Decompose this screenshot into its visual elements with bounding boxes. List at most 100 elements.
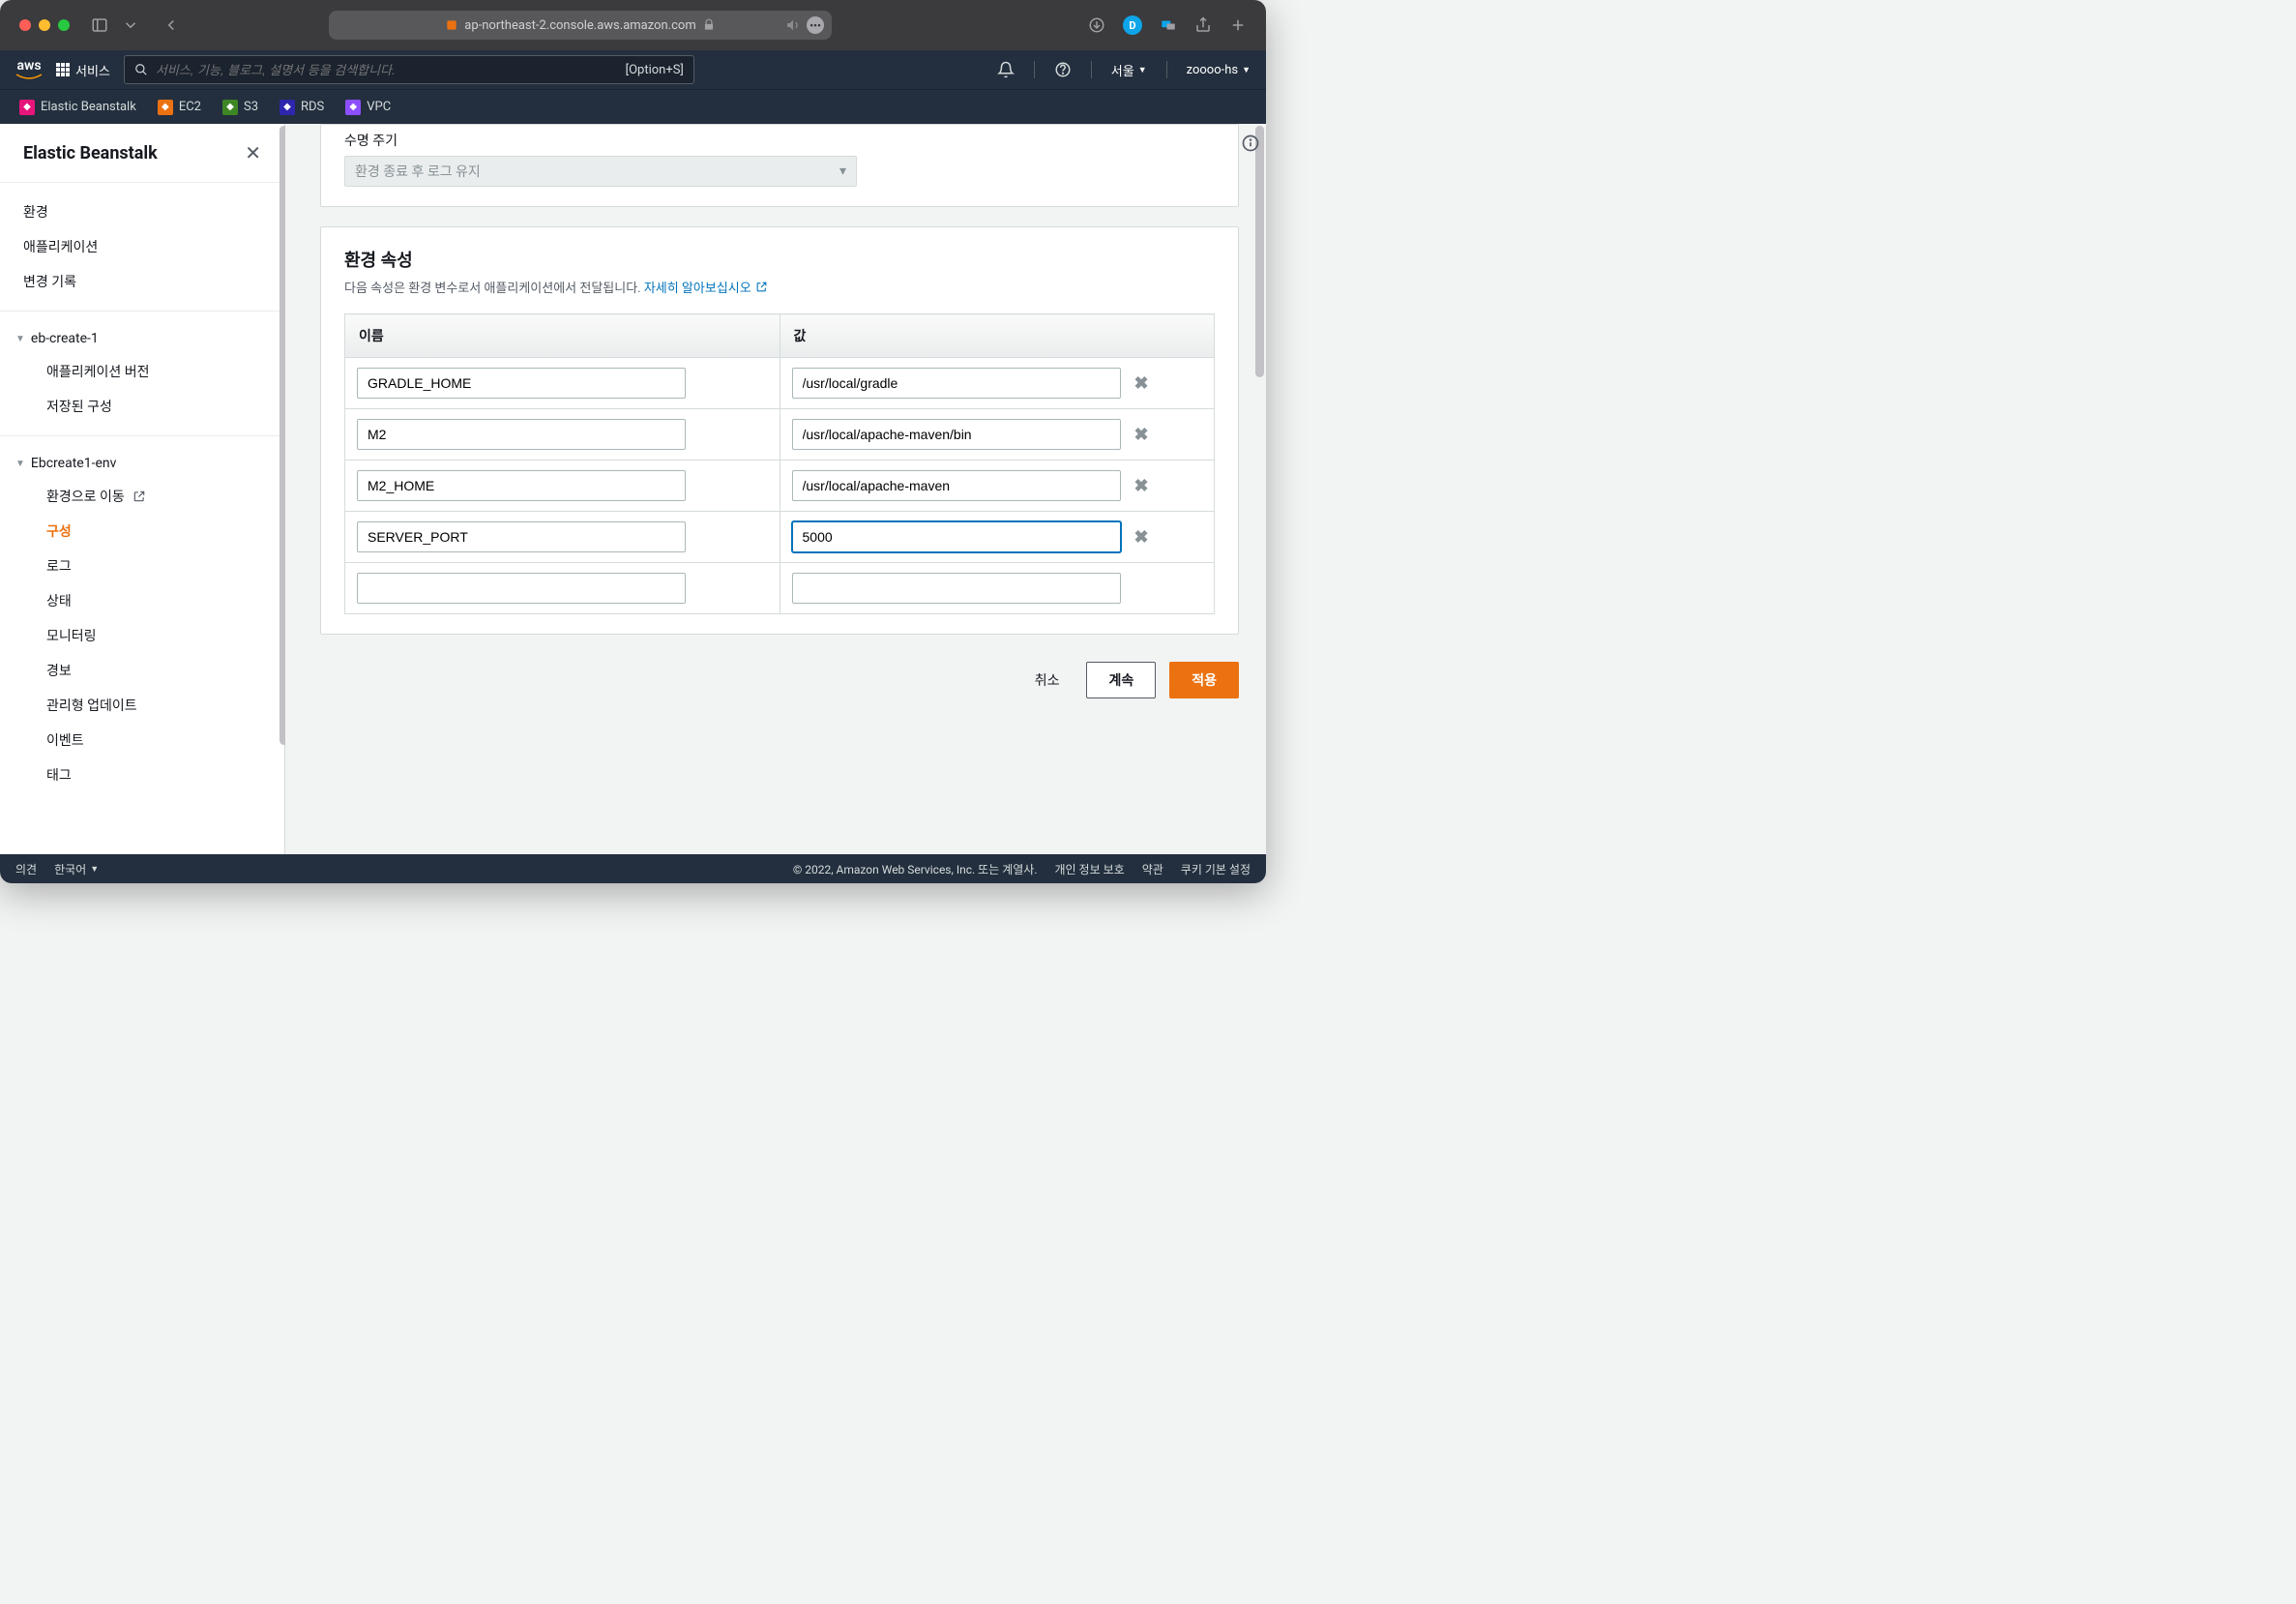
sidebar-sublink[interactable]: 모니터링 — [0, 618, 284, 653]
sidebar-sublink[interactable]: 관리형 업데이트 — [0, 688, 284, 723]
footer-privacy[interactable]: 개인 정보 보호 — [1055, 861, 1125, 877]
download-icon[interactable] — [1088, 16, 1105, 34]
prop-value-input[interactable] — [792, 521, 1121, 552]
favorite-item[interactable]: ◆ Elastic Beanstalk — [12, 96, 144, 119]
external-link-icon — [755, 281, 768, 293]
footer-copyright: © 2022, Amazon Web Services, Inc. 또는 계열사… — [793, 861, 1038, 877]
learn-more-link[interactable]: 자세히 알아보십시오 — [644, 278, 768, 296]
caret-down-icon: ▼ — [15, 459, 25, 469]
actions-row: 취소 계속 적용 — [320, 654, 1239, 706]
aws-logo[interactable]: aws — [15, 59, 43, 80]
sidebar-sublink[interactable]: 태그 — [0, 757, 284, 792]
favorite-label: S3 — [244, 100, 258, 114]
favorite-label: EC2 — [179, 100, 201, 114]
remove-row-icon[interactable]: ✖ — [1134, 425, 1149, 445]
info-panel-toggle[interactable] — [1235, 134, 1266, 153]
url-bar[interactable]: ap-northeast-2.console.aws.amazon.com ••… — [329, 11, 832, 40]
prop-value-input[interactable] — [792, 573, 1121, 604]
prop-name-input[interactable] — [357, 368, 686, 399]
favorite-label: Elastic Beanstalk — [41, 100, 136, 114]
sidebar-env-toggle[interactable]: ▼ Ebcreate1-env — [0, 448, 284, 479]
footer-feedback[interactable]: 의견 — [15, 861, 37, 877]
apply-button[interactable]: 적용 — [1169, 662, 1239, 698]
favorite-item[interactable]: ◆ S3 — [215, 96, 266, 119]
new-tab-icon[interactable] — [1229, 16, 1247, 34]
sidebar-link[interactable]: 변경 기록 — [0, 264, 284, 299]
sidebar-title: Elastic Beanstalk — [23, 143, 158, 163]
prop-value-input[interactable] — [792, 470, 1121, 501]
language-selector[interactable]: 한국어 ▼ — [54, 861, 99, 877]
cancel-button[interactable]: 취소 — [1021, 663, 1074, 698]
sidebar-sublink[interactable]: 상태 — [0, 583, 284, 618]
sound-icon[interactable] — [785, 17, 801, 33]
prop-row: ✖ — [345, 409, 1215, 460]
continue-button[interactable]: 계속 — [1086, 662, 1156, 698]
minimize-window[interactable] — [39, 19, 50, 31]
prop-name-input[interactable] — [357, 521, 686, 552]
share-icon[interactable] — [1194, 16, 1212, 34]
env-props-table: 이름 값 ✖✖✖✖ — [344, 313, 1215, 614]
sidebar-sublink[interactable]: 구성 — [0, 514, 284, 549]
prop-row: ✖ — [345, 358, 1215, 409]
prop-value-input[interactable] — [792, 368, 1121, 399]
sidebar-link[interactable]: 애플리케이션 — [0, 229, 284, 264]
sidebar-app-toggle[interactable]: ▼ eb-create-1 — [0, 323, 284, 354]
user-menu[interactable]: zoooo-hs ▼ — [1187, 63, 1251, 77]
sidebar-sublink[interactable]: 저장된 구성 — [0, 389, 284, 424]
url-host: ap-northeast-2.console.aws.amazon.com — [464, 18, 695, 33]
sidebar-sublink[interactable]: 로그 — [0, 549, 284, 583]
search-input[interactable] — [156, 63, 618, 77]
sidebar-toggle-icon[interactable] — [91, 16, 108, 34]
prop-name-input[interactable] — [357, 419, 686, 450]
prop-row: ✖ — [345, 512, 1215, 563]
sidebar-sublink[interactable]: 애플리케이션 버전 — [0, 354, 284, 389]
screens-icon[interactable] — [1160, 16, 1177, 34]
aws-top-nav: aws 서비스 [Option+S] 서울 ▼ zoooo-hs ▼ — [0, 50, 1266, 89]
col-header-name: 이름 — [345, 314, 780, 358]
prop-name-input[interactable] — [357, 573, 686, 604]
sidebar-env-name: Ebcreate1-env — [31, 456, 116, 471]
aws-search[interactable]: [Option+S] — [124, 55, 694, 84]
extension-badge[interactable]: D — [1123, 15, 1142, 35]
sidebar-link[interactable]: 환경 — [0, 194, 284, 229]
region-selector[interactable]: 서울 ▼ — [1111, 61, 1147, 79]
service-icon: ◆ — [19, 100, 35, 115]
footer-terms[interactable]: 약관 — [1142, 861, 1163, 877]
lifecycle-label: 수명 주기 — [344, 131, 1215, 150]
lifecycle-select-value: 환경 종료 후 로그 유지 — [355, 162, 481, 181]
sidebar-sublink[interactable]: 이벤트 — [0, 723, 284, 757]
service-icon: ◆ — [222, 100, 238, 115]
env-props-panel: 환경 속성 다음 속성은 환경 변수로서 애플리케이션에서 전달됩니다. 자세히… — [320, 226, 1239, 635]
prop-row: ✖ — [345, 460, 1215, 512]
reader-icon[interactable]: ••• — [807, 16, 824, 34]
user-label: zoooo-hs — [1187, 63, 1238, 77]
bell-icon[interactable] — [997, 61, 1015, 78]
prop-name-input[interactable] — [357, 470, 686, 501]
favorite-item[interactable]: ◆EC2 — [150, 96, 209, 119]
info-icon — [1241, 134, 1260, 153]
sidebar-sublink[interactable]: 경보 — [0, 653, 284, 688]
remove-row-icon[interactable]: ✖ — [1134, 527, 1149, 548]
remove-row-icon[interactable]: ✖ — [1134, 476, 1149, 496]
favorite-item[interactable]: ◆RDS — [272, 96, 332, 119]
chevron-down-icon[interactable] — [122, 16, 139, 34]
lifecycle-select[interactable]: 환경 종료 후 로그 유지 ▾ — [344, 156, 857, 187]
remove-row-icon[interactable]: ✖ — [1134, 373, 1149, 394]
maximize-window[interactable] — [58, 19, 70, 31]
footer-cookies[interactable]: 쿠키 기본 설정 — [1181, 861, 1251, 877]
close-window[interactable] — [19, 19, 31, 31]
sidebar-goto-env[interactable]: 환경으로 이동 — [0, 479, 284, 514]
caret-down-icon: ▼ — [15, 334, 25, 344]
favorites-bar: ◆Elastic Beanstalk◆EC2◆S3◆RDS◆VPC — [0, 89, 1266, 124]
services-menu[interactable]: 서비스 — [56, 61, 110, 79]
content-scrollbar[interactable] — [1255, 126, 1264, 377]
prop-value-input[interactable] — [792, 419, 1121, 450]
favorite-item[interactable]: ◆VPC — [338, 96, 398, 119]
external-link-icon — [132, 490, 146, 503]
close-sidebar-icon[interactable]: ✕ — [245, 141, 261, 164]
help-icon[interactable] — [1054, 61, 1072, 78]
back-button[interactable] — [162, 16, 180, 34]
services-label: 서비스 — [75, 61, 110, 79]
sidebar-app-name: eb-create-1 — [31, 331, 99, 346]
service-icon: ◆ — [280, 100, 295, 115]
